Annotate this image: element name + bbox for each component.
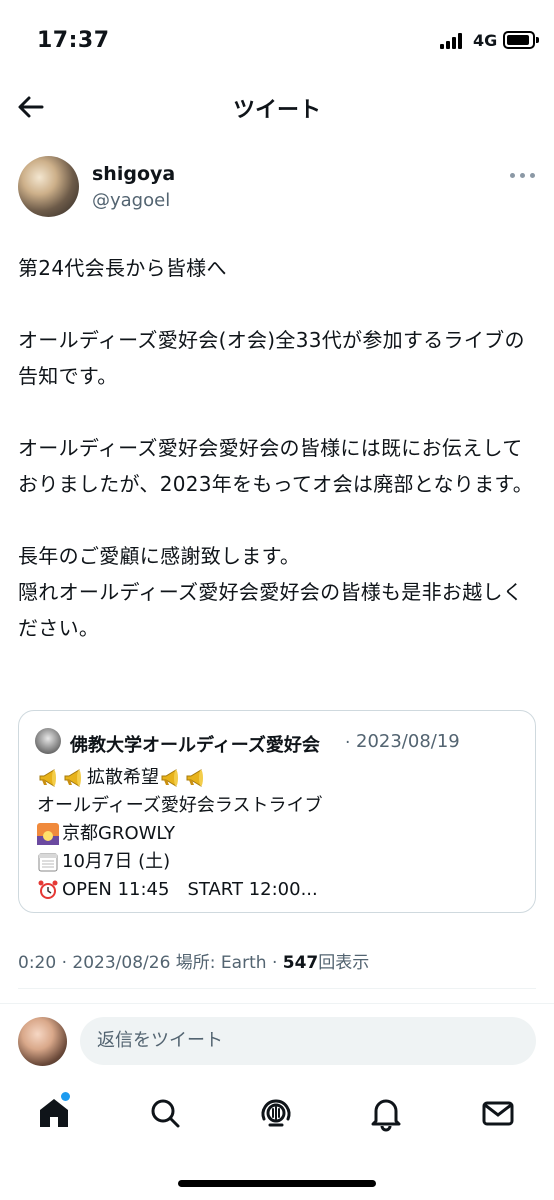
spaces-icon[interactable] bbox=[256, 1093, 296, 1133]
quote-line: OPEN 11:45 START 12:00... bbox=[37, 876, 517, 904]
views-label: 回表示 bbox=[318, 953, 370, 973]
quote-line-text: オールディーズ愛好会ラストライブ bbox=[37, 795, 323, 816]
tweet-meta: 0:20 · 2023/08/26 場所: Earth · 547回表示 bbox=[18, 948, 369, 973]
bell-icon[interactable] bbox=[366, 1093, 406, 1133]
quote-line: 京都GROWLY bbox=[37, 820, 517, 848]
tweet-text: 第24代会長から皆様へ オールディーズ愛好会(オ会)全33代が参加するライブの告… bbox=[18, 256, 533, 640]
more-options-icon[interactable] bbox=[510, 170, 536, 180]
author-display-name[interactable]: shigoya bbox=[92, 163, 175, 185]
quote-line-text: 京都GROWLY bbox=[62, 823, 176, 844]
quote-author-name: 佛教大学オールディーズ愛好会 bbox=[70, 735, 320, 756]
signal-icon bbox=[440, 33, 466, 49]
quote-text: 拡散希望オールディーズ愛好会ラストライブ京都GROWLY 10月7日 (土) OPE… bbox=[37, 764, 517, 904]
views-count: 547 bbox=[282, 953, 319, 973]
quote-line: オールディーズ愛好会ラストライブ bbox=[37, 792, 517, 820]
tweet-time: 0:20 bbox=[18, 953, 57, 973]
status-time: 17:37 bbox=[37, 28, 110, 53]
tweet-location: 場所: Earth bbox=[175, 953, 267, 973]
quote-line-text: 拡散希望 bbox=[87, 767, 159, 788]
quote-line: 10月7日 (土) bbox=[37, 848, 517, 876]
quote-avatar bbox=[35, 728, 61, 754]
current-user-avatar bbox=[18, 1017, 67, 1066]
tweet-date: 2023/08/26 bbox=[72, 953, 171, 973]
meta-separator: · bbox=[271, 953, 278, 973]
quote-line-text: 10月7日 (土) bbox=[62, 851, 171, 872]
status-bar: 17:37 4G bbox=[0, 0, 554, 80]
author-handle[interactable]: @yagoel bbox=[92, 190, 170, 211]
meta-separator: · bbox=[61, 953, 67, 973]
network-type: 4G bbox=[473, 31, 498, 50]
battery-cap bbox=[536, 37, 539, 43]
header: ツイート bbox=[0, 80, 554, 136]
home-notification-dot bbox=[61, 1092, 70, 1101]
home-indicator bbox=[178, 1180, 376, 1187]
quote-separator: · bbox=[345, 733, 351, 753]
calendar-icon bbox=[37, 851, 59, 873]
author-avatar[interactable] bbox=[18, 156, 79, 217]
divider bbox=[0, 1003, 554, 1004]
quote-line-text: OPEN 11:45 START 12:00... bbox=[62, 879, 318, 900]
battery-icon bbox=[503, 31, 535, 49]
megaphone-icon bbox=[37, 767, 59, 789]
reply-input[interactable]: 返信をツイート bbox=[80, 1017, 536, 1065]
megaphone-icon bbox=[159, 767, 181, 789]
tab-bar bbox=[0, 1085, 554, 1145]
mail-icon[interactable] bbox=[478, 1093, 518, 1133]
page-title: ツイート bbox=[232, 98, 321, 123]
megaphone-icon bbox=[184, 767, 206, 789]
quote-date: 2023/08/19 bbox=[356, 731, 460, 752]
sunrise-icon bbox=[37, 823, 59, 845]
quote-line: 拡散希望 bbox=[37, 764, 517, 792]
search-icon[interactable] bbox=[145, 1093, 185, 1133]
quote-tweet-card[interactable]: 佛教大学オールディーズ愛好会 · 2023/08/19 拡散希望オールディーズ愛… bbox=[18, 710, 536, 913]
alarm-clock-icon bbox=[37, 879, 59, 901]
megaphone-icon bbox=[62, 767, 84, 789]
divider bbox=[18, 988, 536, 989]
